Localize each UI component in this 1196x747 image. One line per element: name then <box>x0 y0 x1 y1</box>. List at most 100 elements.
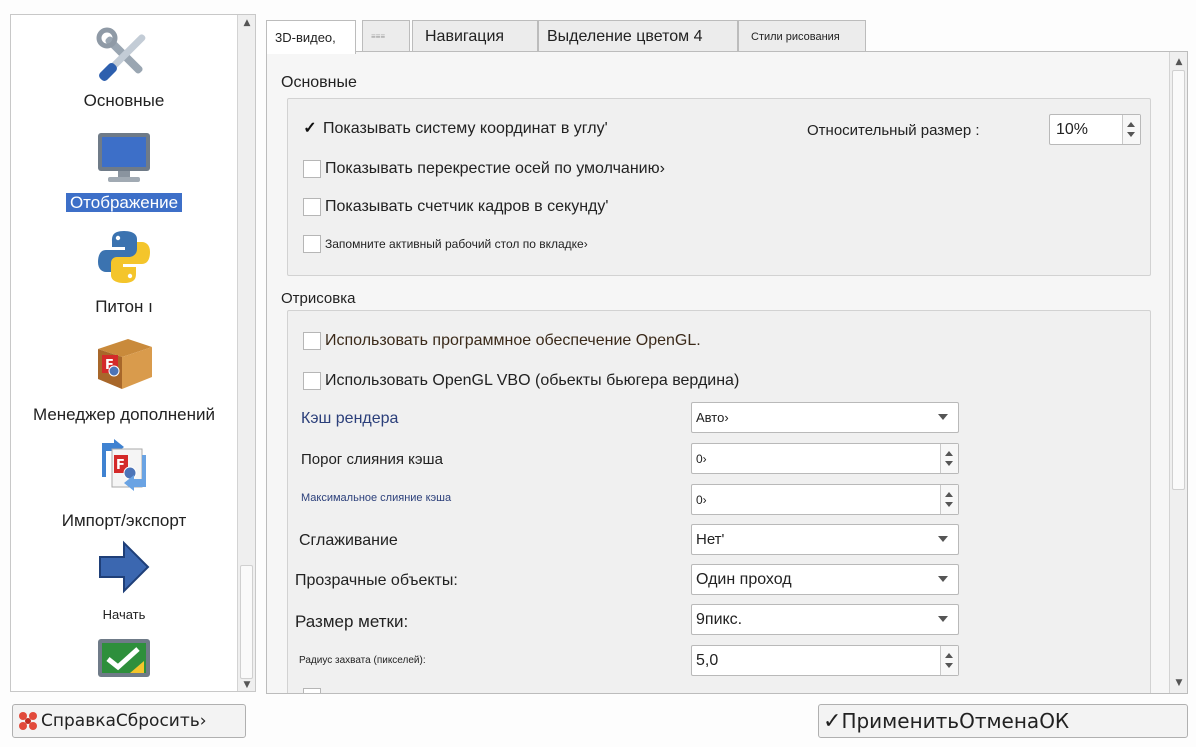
scroll-up-icon[interactable]: ▲ <box>1170 54 1187 70</box>
addon-box-icon: F <box>98 339 152 389</box>
checkmark-icon: ✓ <box>823 708 842 734</box>
sidebar-item-label: Менеджер дополнений <box>32 405 215 424</box>
show-axis-cross-corner-checkbox[interactable]: ✓ Показывать систему координат в углу' <box>301 120 607 138</box>
sidebar-item-label: Отображение <box>65 193 183 212</box>
tools-icon <box>96 27 146 81</box>
checkbox-box[interactable] <box>303 160 321 178</box>
checkbox-box[interactable] <box>303 235 321 253</box>
chevron-down-icon[interactable] <box>938 616 948 622</box>
cache-merge-threshold-spinbox[interactable]: 0› <box>691 443 959 474</box>
sidebar-item-label: Основные <box>83 91 165 110</box>
spinbox-buttons[interactable] <box>940 646 958 675</box>
spinbox-value: 5,0 <box>696 651 719 669</box>
antialiasing-label: Сглаживание <box>299 532 398 549</box>
chevron-down-icon[interactable] <box>945 663 953 668</box>
chevron-up-icon[interactable] <box>945 492 953 497</box>
tab-3d-view[interactable]: 3D-видео, <box>266 20 356 54</box>
checkmark-icon[interactable]: ✓ <box>301 120 319 138</box>
scroll-up-icon[interactable]: ▲ <box>238 15 255 31</box>
sidebar-item-general[interactable]: Основные <box>11 15 237 125</box>
spinbox-value: 0› <box>696 492 707 507</box>
import-export-icon: F <box>102 439 146 491</box>
checkbox-label: Показывать счетчик кадров в секунду' <box>325 198 609 215</box>
chevron-down-icon[interactable] <box>938 576 948 582</box>
cache-merge-threshold-label: Порог слияния кэша <box>301 451 443 468</box>
general-section-title: Основные <box>281 74 357 91</box>
help-reset-button[interactable]: СправкаСбросить› <box>12 704 246 738</box>
checkbox-box[interactable] <box>303 688 321 693</box>
chevron-down-icon[interactable] <box>945 461 953 466</box>
tab-unlabeled[interactable]: ≡≡≡ <box>362 20 410 52</box>
antialiasing-select[interactable]: Нет' <box>691 524 959 555</box>
tab-label: Выделение цветом 4 <box>547 27 703 45</box>
sidebar-item-label: Начать <box>102 607 146 622</box>
select-value: 9пикс. <box>696 610 743 628</box>
scroll-down-icon[interactable]: ▼ <box>1170 675 1187 691</box>
monitor-icon <box>98 133 150 182</box>
show-fps-checkbox[interactable]: Показывать счетчик кадров в секунду' <box>303 198 608 216</box>
button-label: ПрименитьОтменаОК <box>841 709 1070 733</box>
show-axis-cross-default-checkbox[interactable]: Показывать перекрестие осей по умолчанию… <box>303 160 665 178</box>
scroll-thumb[interactable] <box>1172 70 1185 490</box>
tab-label: ≡≡≡ <box>371 32 386 41</box>
sidebar-item-label: Импорт/экспорт <box>61 511 187 530</box>
chevron-up-icon[interactable] <box>1127 122 1135 127</box>
chevron-down-icon[interactable] <box>938 414 948 420</box>
marker-size-label: Размер метки: <box>295 612 409 631</box>
render-cache-select[interactable]: Авто› <box>691 402 959 433</box>
checkbox-label: Запомните активный рабочий стол по вклад… <box>325 237 588 251</box>
sidebar-item-import-export[interactable]: F Импорт/экспорт <box>11 435 237 535</box>
software-opengl-checkbox[interactable]: Использовать программное обеспечение Ope… <box>303 332 701 350</box>
tab-draw-styles[interactable]: Стили рисования <box>738 20 866 52</box>
marker-size-select[interactable]: 9пикс. <box>691 604 959 635</box>
remember-workbench-checkbox[interactable]: Запомните активный рабочий стол по вклад… <box>303 235 588 253</box>
max-cache-merge-label: Максимальное слияние кэша <box>301 492 452 504</box>
spinbox-buttons[interactable] <box>1122 115 1140 144</box>
tab-navigation[interactable]: Навигация <box>412 20 538 52</box>
scroll-down-icon[interactable]: ▼ <box>238 677 255 691</box>
panel-scrollbar[interactable]: ▲ ▼ <box>1169 52 1187 693</box>
partial-checkbox[interactable] <box>303 688 325 693</box>
tab-highlight-colors[interactable]: Выделение цветом 4 <box>538 20 738 52</box>
chevron-up-icon[interactable] <box>945 451 953 456</box>
apply-cancel-ok-button[interactable]: ✓ ПрименитьОтменаОК <box>818 704 1188 738</box>
spinbox-buttons[interactable] <box>940 444 958 473</box>
chevron-down-icon[interactable] <box>945 502 953 507</box>
sidebar-item-start[interactable]: Начать <box>11 539 237 629</box>
button-label: СправкаСбросить› <box>41 711 207 731</box>
sidebar-item-other[interactable] <box>11 637 237 691</box>
python-icon <box>98 231 150 283</box>
transparent-objects-select[interactable]: Один проход <box>691 564 959 595</box>
render-section-title: Отрисовка <box>281 290 356 307</box>
chevron-up-icon[interactable] <box>945 653 953 658</box>
tab-label: Навигация <box>425 27 505 45</box>
scroll-thumb[interactable] <box>240 565 253 679</box>
checkbox-label: Использовать программное обеспечение Ope… <box>325 332 701 349</box>
svg-text:F: F <box>116 458 125 473</box>
tab-label: Стили рисования <box>751 30 840 43</box>
sidebar-item-addon-manager[interactable]: F Менеджер дополнений <box>11 333 237 433</box>
monitor-check-icon <box>98 639 150 677</box>
relative-size-spinbox[interactable]: 10% <box>1049 114 1141 145</box>
pick-radius-spinbox[interactable]: 5,0 <box>691 645 959 676</box>
sidebar-item-display[interactable]: Отображение <box>11 127 237 227</box>
opengl-vbo-checkbox[interactable]: Использовать OpenGL VBO (обьекты бьюгера… <box>303 372 739 390</box>
select-value: Один проход <box>696 570 792 588</box>
select-value: Авто› <box>696 410 729 425</box>
checkbox-box[interactable] <box>303 372 321 390</box>
transparent-objects-label: Прозрачные объекты: <box>295 572 458 589</box>
max-cache-merge-spinbox[interactable]: 0› <box>691 484 959 515</box>
settings-panel: Основные ✓ Показывать систему координат … <box>266 51 1188 694</box>
category-sidebar[interactable]: Основные Отображение Питон ı F Менеджер … <box>10 14 256 692</box>
chevron-down-icon[interactable] <box>938 536 948 542</box>
spinbox-buttons[interactable] <box>940 485 958 514</box>
relative-size-label: Относительный размер : <box>807 122 980 139</box>
checkbox-box[interactable] <box>303 198 321 216</box>
pick-radius-label: Радиус захвата (пикселей): <box>299 655 426 666</box>
sidebar-item-label: Питон ı <box>95 297 153 316</box>
render-cache-label: Кэш рендера <box>301 410 399 427</box>
sidebar-item-python[interactable]: Питон ı <box>11 227 237 327</box>
chevron-down-icon[interactable] <box>1127 132 1135 137</box>
checkbox-box[interactable] <box>303 332 321 350</box>
sidebar-scrollbar[interactable]: ▲ ▼ <box>237 15 255 691</box>
